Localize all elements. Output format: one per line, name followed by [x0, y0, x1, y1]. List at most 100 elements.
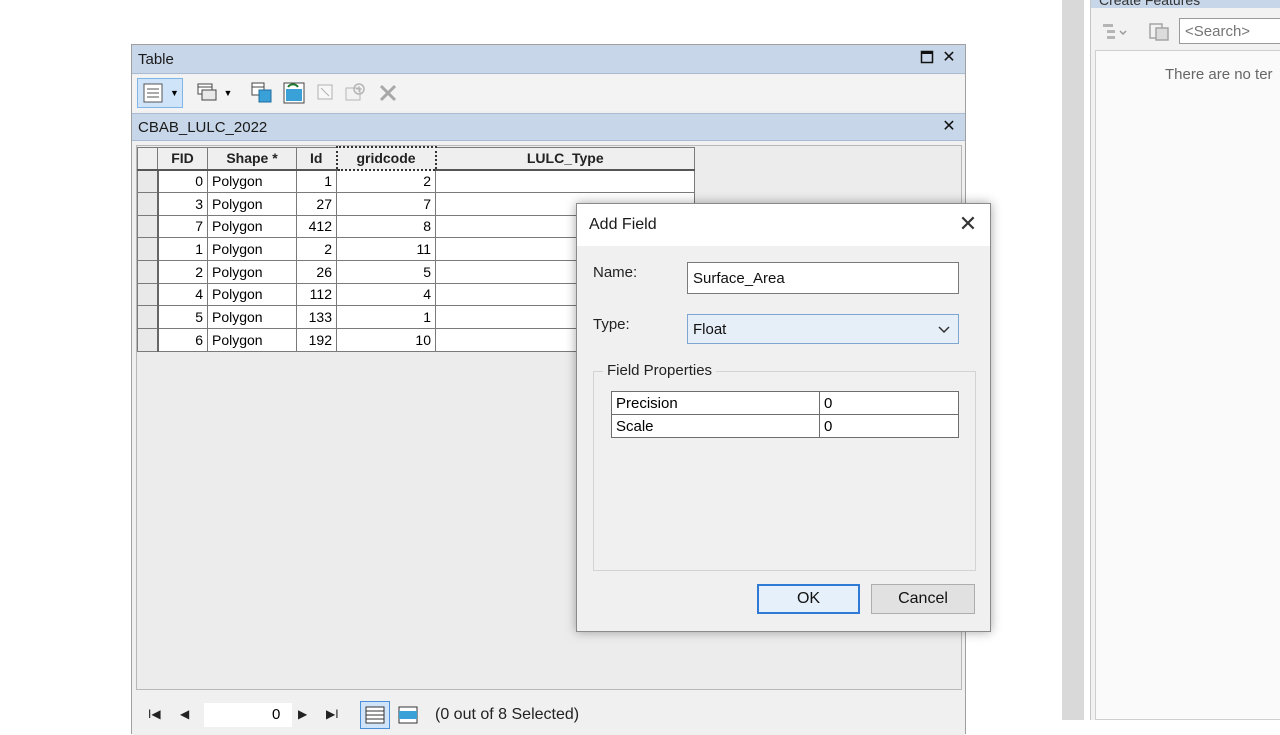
cell-shape[interactable]: Polygon — [207, 214, 297, 239]
cell-gridcode[interactable]: 1 — [336, 305, 436, 329]
ok-button[interactable]: OK — [757, 584, 860, 614]
field-properties-label: Field Properties — [603, 362, 717, 379]
last-record-icon[interactable]: ▶I — [326, 707, 339, 721]
first-record-icon[interactable]: I◀ — [148, 707, 161, 721]
layer-tab-title: CBAB_LULC_2022 — [138, 119, 268, 136]
clear-selection-button[interactable] — [314, 80, 338, 106]
field-properties-table: Precision 0 Scale 0 — [611, 391, 959, 438]
templates-list[interactable] — [1095, 50, 1280, 720]
table-toolbar: ▼ ▼ — [132, 75, 965, 111]
organize-templates-icon[interactable] — [1101, 20, 1129, 44]
delete-selected-icon — [379, 84, 397, 102]
no-templates-message: There are no ter — [1165, 66, 1273, 83]
row-selector[interactable] — [137, 259, 159, 284]
zoom-to-selected-icon — [345, 83, 365, 101]
row-selector[interactable] — [137, 305, 159, 329]
cell-gridcode[interactable]: 2 — [336, 169, 436, 193]
chevron-down-icon: ▼ — [223, 88, 233, 98]
cell-id[interactable]: 27 — [296, 191, 337, 216]
selection-status-text: (0 out of 8 Selected) — [435, 706, 580, 723]
cell-fid[interactable]: 5 — [157, 305, 208, 329]
cell-shape[interactable]: Polygon — [207, 282, 297, 307]
select-by-attributes-button[interactable] — [250, 80, 274, 106]
cell-fid[interactable]: 1 — [157, 237, 208, 261]
cell-fid[interactable]: 3 — [157, 191, 208, 216]
dialog-titlebar[interactable]: Add Field ✕ — [577, 204, 990, 246]
cell-gridcode[interactable]: 4 — [336, 282, 436, 307]
row-selector[interactable] — [137, 237, 159, 261]
precision-value[interactable]: 0 — [819, 391, 959, 415]
cell-fid[interactable]: 6 — [157, 328, 208, 352]
cell-id[interactable]: 2 — [296, 237, 337, 261]
table-options-icon — [143, 83, 163, 103]
cell-lulc-type[interactable] — [435, 169, 695, 193]
create-features-pane: Create Features There are no ter — [1090, 0, 1280, 720]
column-header-fid[interactable]: FID — [157, 146, 208, 171]
delete-selected-button[interactable] — [376, 80, 400, 106]
create-features-title: Create Features — [1099, 0, 1201, 8]
table-titlebar[interactable]: Table ✕ — [132, 45, 965, 74]
field-type-value: Float — [693, 320, 727, 338]
show-selected-records-button[interactable] — [394, 701, 422, 729]
scale-value[interactable]: 0 — [819, 414, 959, 438]
cell-id[interactable]: 112 — [296, 282, 337, 307]
cell-shape[interactable]: Polygon — [207, 305, 297, 329]
cell-gridcode[interactable]: 11 — [336, 237, 436, 261]
switch-selection-button[interactable] — [282, 80, 306, 106]
cancel-button[interactable]: Cancel — [871, 584, 975, 614]
cell-id[interactable]: 192 — [296, 328, 337, 352]
type-label: Type: — [593, 316, 630, 333]
row-selector[interactable] — [137, 328, 159, 352]
table-row[interactable]: 0 Polygon 1 2 — [137, 169, 695, 193]
cell-id[interactable]: 133 — [296, 305, 337, 329]
cell-id[interactable]: 1 — [296, 169, 337, 193]
switch-selection-icon — [283, 82, 305, 104]
template-search-input[interactable] — [1179, 18, 1280, 44]
column-header-gridcode[interactable]: gridcode — [335, 146, 437, 171]
dock-scroll-strip — [1062, 0, 1084, 720]
property-key: Scale — [611, 414, 820, 438]
cell-shape[interactable]: Polygon — [207, 169, 297, 193]
row-selector[interactable] — [137, 282, 159, 307]
table-window-title: Table — [138, 51, 174, 68]
cell-gridcode[interactable]: 7 — [336, 191, 436, 216]
cell-fid[interactable]: 0 — [157, 169, 208, 193]
row-selector[interactable] — [137, 214, 159, 239]
show-all-records-button[interactable] — [360, 701, 390, 729]
cell-shape[interactable]: Polygon — [207, 237, 297, 261]
column-header-id[interactable]: Id — [296, 146, 337, 171]
cell-fid[interactable]: 2 — [157, 259, 208, 284]
row-selector[interactable] — [137, 191, 159, 216]
column-header-lulc-type[interactable]: LULC_Type — [435, 146, 695, 171]
select-by-attributes-icon — [251, 82, 272, 103]
close-icon[interactable]: ✕ — [940, 49, 958, 67]
cell-id[interactable]: 412 — [296, 214, 337, 239]
template-properties-icon[interactable] — [1147, 20, 1173, 44]
close-icon[interactable]: ✕ — [940, 118, 958, 136]
previous-record-icon[interactable]: ◀ — [180, 707, 189, 721]
selected-records-icon — [398, 706, 418, 724]
layer-tab-bar[interactable]: CBAB_LULC_2022 ✕ — [132, 113, 965, 141]
zoom-to-selected-button[interactable] — [344, 80, 368, 106]
cell-gridcode[interactable]: 10 — [336, 328, 436, 352]
name-label: Name: — [593, 264, 638, 281]
close-icon[interactable]: ✕ — [957, 213, 979, 235]
row-selector[interactable] — [137, 169, 159, 193]
cell-shape[interactable]: Polygon — [207, 259, 297, 284]
maximize-icon[interactable] — [918, 50, 936, 68]
cell-shape[interactable]: Polygon — [207, 328, 297, 352]
next-record-icon[interactable]: ▶ — [298, 707, 307, 721]
property-row-precision: Precision 0 — [611, 391, 959, 415]
cell-fid[interactable]: 7 — [157, 214, 208, 239]
cell-fid[interactable]: 4 — [157, 282, 208, 307]
cell-gridcode[interactable]: 8 — [336, 214, 436, 239]
cell-gridcode[interactable]: 5 — [336, 259, 436, 284]
field-type-select[interactable]: Float — [687, 314, 959, 344]
table-options-button[interactable]: ▼ — [137, 78, 183, 108]
cell-shape[interactable]: Polygon — [207, 191, 297, 216]
row-selector-header[interactable] — [137, 146, 158, 171]
cell-id[interactable]: 26 — [296, 259, 337, 284]
field-name-input[interactable] — [687, 262, 959, 294]
related-tables-button[interactable]: ▼ — [194, 80, 234, 106]
column-header-shape[interactable]: Shape * — [207, 146, 297, 171]
